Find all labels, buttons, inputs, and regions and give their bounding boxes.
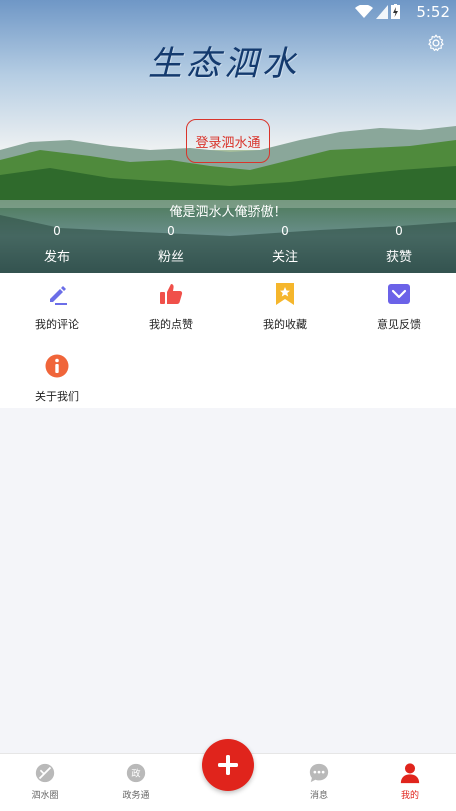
nav-item-messages[interactable]: 消息 [284, 762, 354, 801]
plus-icon [218, 755, 238, 775]
stat-label: 粉丝 [157, 250, 184, 265]
slogan: 俺是泗水人俺骄傲！ [169, 205, 287, 220]
nav-label: 泗水圈 [31, 791, 59, 801]
stat-value: 0 [53, 224, 61, 238]
header-banner: 5:52 生态泗水 登录泗水通 俺是泗水人俺骄傲！ 0 发布 0 粉丝 0 关注… [0, 0, 456, 273]
stat-value: 0 [395, 224, 403, 238]
stat-following[interactable]: 0 关注 [245, 224, 325, 265]
feedback-icon [388, 284, 410, 304]
thumbs-up-icon [160, 284, 183, 304]
nav-label: 我的 [400, 791, 419, 801]
stat-likes-received[interactable]: 0 获赞 [359, 224, 439, 265]
nav-item-sishui-circle[interactable]: 泗水圈 [10, 762, 80, 801]
circle-slash-icon [35, 763, 55, 783]
login-button[interactable]: 登录泗水通 [186, 119, 270, 163]
menu-item-my-comments[interactable]: 我的评论 [0, 278, 114, 338]
menu-item-label: 我的点赞 [149, 318, 193, 331]
gov-icon: 政 [126, 763, 146, 783]
nav-label: 政务通 [122, 791, 150, 801]
stat-value: 0 [281, 224, 289, 238]
battery-icon [391, 4, 400, 19]
stat-label: 发布 [43, 250, 70, 265]
nav-item-gov-service[interactable]: 政 政务通 [101, 762, 171, 801]
menu-item-label: 我的评论 [35, 318, 79, 331]
status-bar: 5:52 [0, 0, 456, 26]
stat-posts[interactable]: 0 发布 [17, 224, 97, 265]
menu-item-label: 意见反馈 [377, 318, 421, 331]
profile-menu: 我的评论 我的点赞 我的收藏 意见反馈 关于我们 [0, 273, 456, 408]
stat-label: 获赞 [385, 250, 412, 265]
nav-label: 消息 [309, 791, 328, 801]
user-stats: 0 发布 0 粉丝 0 关注 0 获赞 [0, 224, 456, 268]
bookmark-star-icon [276, 283, 294, 305]
user-icon [400, 763, 420, 784]
stat-fans[interactable]: 0 粉丝 [131, 224, 211, 265]
settings-gear-icon[interactable] [426, 33, 446, 53]
nav-item-mine[interactable]: 我的 [375, 762, 445, 801]
menu-item-label: 关于我们 [35, 390, 79, 403]
edit-icon [50, 286, 67, 305]
menu-item-feedback[interactable]: 意见反馈 [342, 278, 456, 338]
create-post-button[interactable] [202, 739, 254, 791]
wifi-icon [355, 4, 373, 18]
menu-item-label: 我的收藏 [263, 318, 307, 331]
menu-item-about-us[interactable]: 关于我们 [0, 350, 114, 410]
signal-icon [376, 4, 388, 19]
status-time: 5:52 [416, 3, 450, 21]
message-icon [309, 763, 329, 783]
app-logo: 生态泗水 [148, 44, 300, 84]
status-icons [355, 4, 400, 19]
svg-text:政: 政 [131, 768, 140, 780]
stat-value: 0 [167, 224, 175, 238]
info-icon [45, 354, 69, 378]
stat-label: 关注 [271, 250, 298, 265]
menu-item-my-likes[interactable]: 我的点赞 [114, 278, 228, 338]
menu-item-my-favorites[interactable]: 我的收藏 [228, 278, 342, 338]
